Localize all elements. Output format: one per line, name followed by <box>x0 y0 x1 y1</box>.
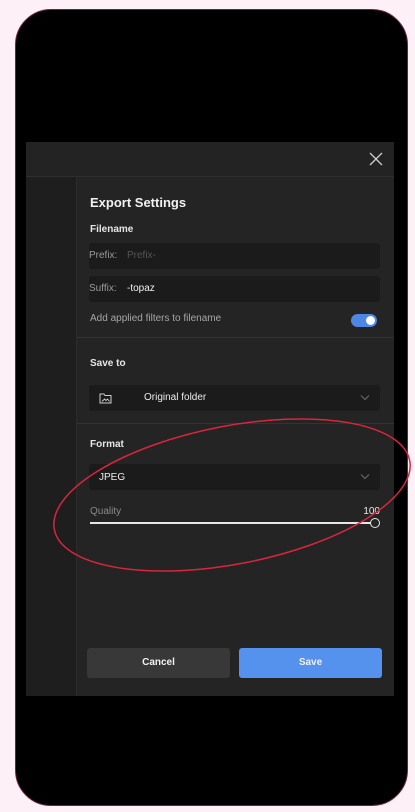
dialog-topbar <box>26 142 394 177</box>
folder-image-icon <box>99 393 112 404</box>
format-dropdown[interactable]: JPEG <box>89 464 380 490</box>
divider <box>77 337 394 338</box>
prefix-input[interactable]: Prefix- <box>127 250 156 261</box>
settings-panel: Export Settings Filename Prefix: Prefix-… <box>77 177 394 696</box>
toggle-knob <box>366 316 375 325</box>
quality-slider-handle[interactable] <box>370 518 380 528</box>
dialog-title: Export Settings <box>90 195 187 210</box>
suffix-input[interactable]: -topaz <box>127 283 155 294</box>
save-button[interactable]: Save <box>239 648 382 678</box>
prefix-field[interactable]: Prefix: Prefix- <box>89 243 380 269</box>
format-label: Format <box>90 439 124 450</box>
close-icon[interactable] <box>368 151 384 167</box>
chevron-down-icon <box>360 474 370 480</box>
quality-label: Quality <box>90 506 122 517</box>
quality-slider-track[interactable] <box>90 522 375 524</box>
quality-value: 100 <box>363 506 380 517</box>
format-value: JPEG <box>99 472 126 483</box>
suffix-label: Suffix: <box>89 283 117 294</box>
save-to-label: Save to <box>90 358 126 369</box>
divider <box>77 423 394 424</box>
save-to-value: Original folder <box>144 392 207 403</box>
export-dialog: Export Settings Filename Prefix: Prefix-… <box>26 142 394 696</box>
filename-label: Filename <box>90 224 134 235</box>
cancel-button[interactable]: Cancel <box>87 648 230 678</box>
save-to-dropdown[interactable]: Original folder <box>89 385 380 411</box>
chevron-down-icon <box>360 395 370 401</box>
suffix-field[interactable]: Suffix: -topaz <box>89 276 380 302</box>
phone-frame: Export Settings Filename Prefix: Prefix-… <box>15 9 408 806</box>
prefix-label: Prefix: <box>89 250 118 261</box>
add-filters-toggle[interactable] <box>351 314 377 327</box>
add-filters-label: Add applied filters to filename <box>90 313 222 324</box>
preview-column <box>26 177 77 696</box>
